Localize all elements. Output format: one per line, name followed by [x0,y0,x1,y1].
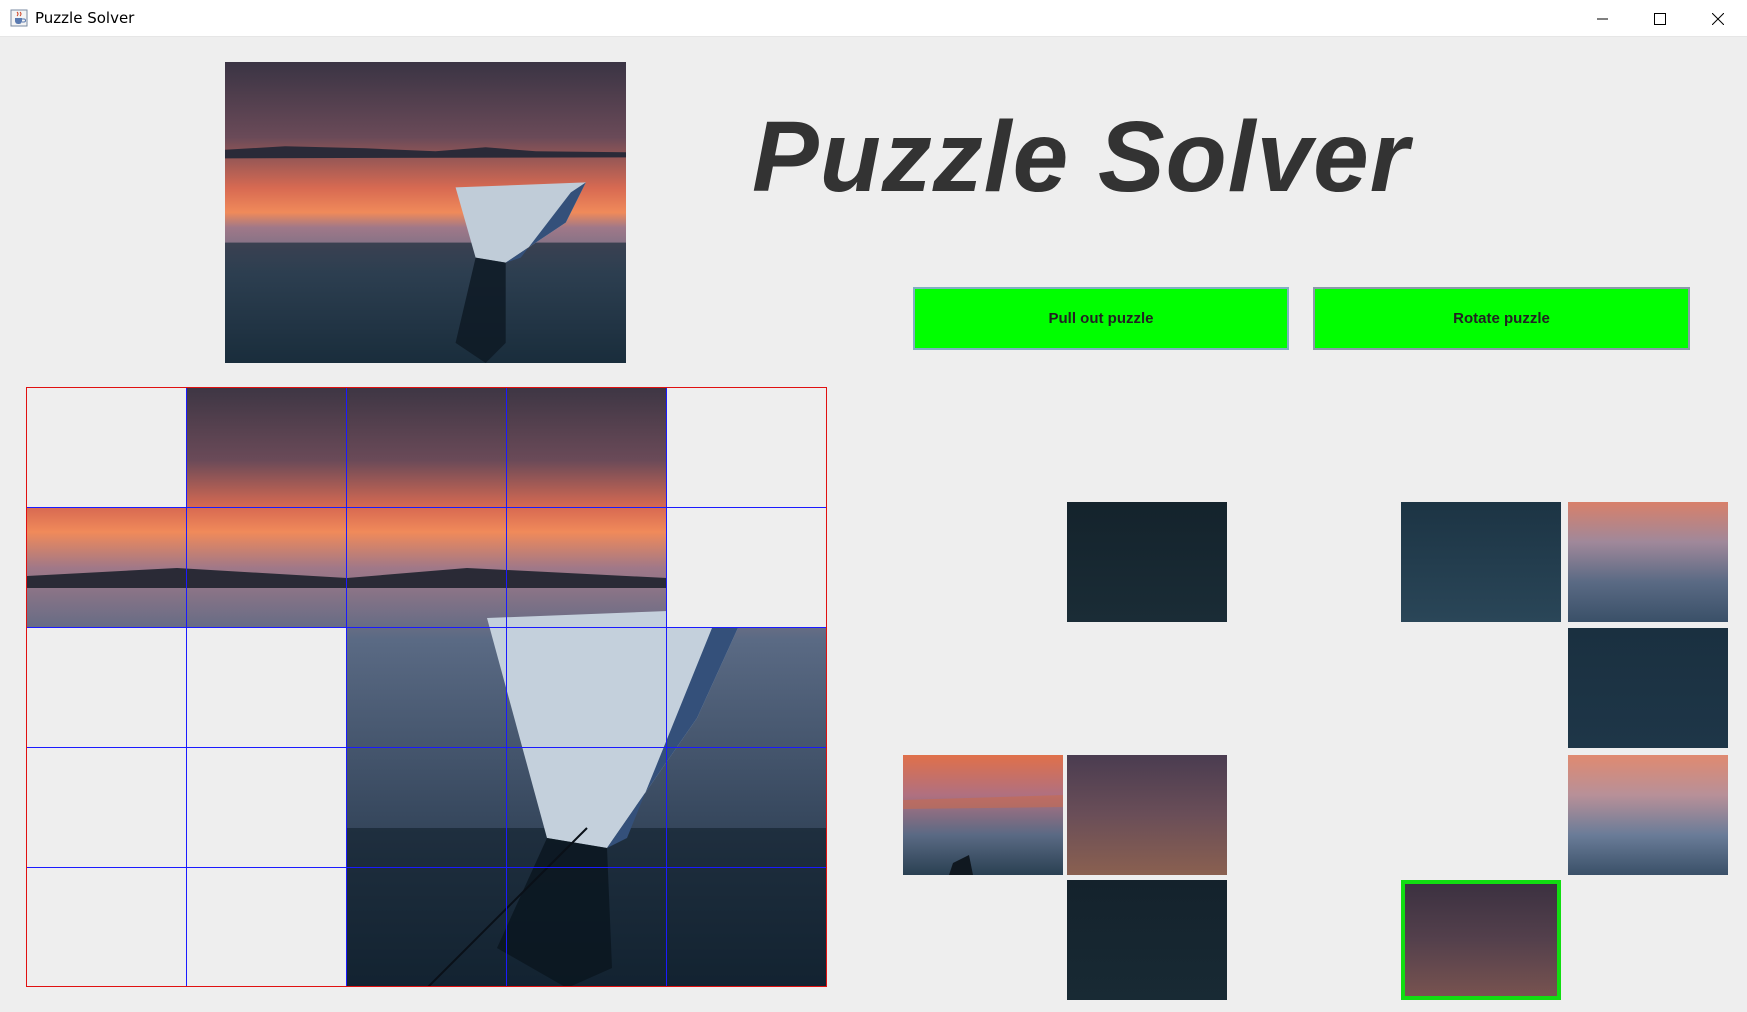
tray-piece[interactable] [1067,755,1227,875]
window-title: Puzzle Solver [35,9,135,27]
rotate-puzzle-button[interactable]: Rotate puzzle [1313,287,1690,350]
java-cup-icon [10,9,28,27]
app-title: Puzzle Solver [752,101,1410,213]
sunset-boat-image [225,62,626,363]
maximize-icon [1654,12,1666,25]
title-bar[interactable]: Puzzle Solver [0,0,1747,37]
minimize-button[interactable] [1574,0,1632,37]
grid-line-vertical [186,388,187,986]
minimize-icon [1597,18,1608,19]
grid-line-vertical [666,388,667,986]
grid-line-horizontal [27,627,826,628]
grid-line-horizontal [27,507,826,508]
tray-piece[interactable] [1067,502,1227,622]
board-placed-pieces [27,388,826,986]
tray-piece[interactable] [1568,502,1728,622]
tray-piece[interactable] [903,755,1063,875]
grid-line-horizontal [27,867,826,868]
tray-piece[interactable] [1401,502,1561,622]
reference-image [225,62,626,363]
tray-piece[interactable] [1568,755,1728,875]
tray-piece[interactable] [1568,628,1728,748]
grid-line-vertical [346,388,347,986]
tray-piece[interactable] [1067,880,1227,1000]
close-button[interactable] [1689,0,1747,37]
maximize-button[interactable] [1631,0,1689,37]
grid-line-vertical [506,388,507,986]
grid-line-horizontal [27,747,826,748]
tray-piece-selected[interactable] [1401,880,1561,1000]
puzzle-solver-window: Puzzle Solver Puzzle Solver Pull out puz… [0,0,1747,1012]
pull-out-puzzle-button[interactable]: Pull out puzzle [913,287,1289,350]
puzzle-board[interactable] [26,387,827,987]
close-icon [1712,12,1724,25]
